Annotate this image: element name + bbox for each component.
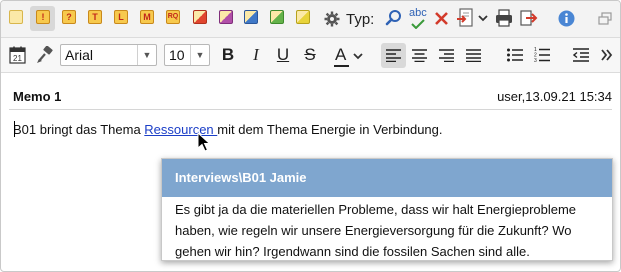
memo-text-after-link: mit dem Thema Energie in Verbindung.	[217, 122, 443, 137]
align-justify-icon[interactable]	[466, 49, 481, 62]
header-divider	[9, 109, 612, 110]
numbered-list-icon[interactable]: 123	[534, 47, 550, 63]
print-icon[interactable]	[495, 9, 513, 27]
memo-color-yellow-icon[interactable]	[296, 10, 310, 24]
tooltip-title: Interviews\B01 Jamie	[162, 159, 612, 197]
bullet-list-icon[interactable]	[507, 48, 523, 62]
align-left-icon	[386, 49, 401, 62]
svg-text:21: 21	[13, 54, 22, 63]
memo-window: !? T L M RQ Typ: abc 21 Arial ▼ 10 ▼ B I…	[0, 0, 621, 272]
memo-text-before-link: B01 bringt das Thema	[13, 122, 145, 137]
font-color-label: A	[335, 45, 347, 64]
memo-question-icon[interactable]: ?	[62, 10, 76, 24]
align-left-button[interactable]	[381, 43, 406, 68]
search-icon[interactable]	[385, 9, 403, 27]
memo-literature-icon[interactable]: L	[114, 10, 128, 24]
gear-icon[interactable]	[324, 11, 340, 27]
memo-color-red-icon[interactable]	[193, 10, 207, 24]
type-label: Typ:	[346, 11, 375, 28]
memo-author-timestamp: user,13.09.21 15:34	[497, 89, 612, 104]
tooltip-line: Es gibt ja da die materiellen Probleme, …	[175, 202, 577, 217]
memo-color-purple-icon[interactable]	[219, 10, 233, 24]
import-dropdown-button[interactable]	[456, 7, 490, 31]
memo-method-icon[interactable]: M	[140, 10, 154, 24]
font-size-select[interactable]: 10 ▼	[164, 44, 210, 66]
memo-type-toolbar: !? T L M RQ Typ: abc	[1, 1, 620, 38]
font-size-value: 10	[169, 47, 185, 63]
font-color-button[interactable]: A	[333, 43, 367, 69]
memo-text[interactable]: B01 bringt das Thema Ressourcen mit dem …	[13, 122, 443, 137]
svg-text:3: 3	[534, 58, 537, 63]
font-family-value: Arial	[65, 47, 94, 63]
spellcheck-button[interactable]: abc	[407, 4, 429, 32]
strikethrough-button[interactable]: S	[300, 45, 320, 65]
tooltip-body: Es gibt ja da die materiellen Probleme, …	[162, 197, 612, 262]
memo-color-blue-icon[interactable]	[244, 10, 258, 24]
chevron-down-icon	[478, 15, 488, 22]
more-options-icon[interactable]	[601, 49, 613, 61]
align-center-icon[interactable]	[412, 49, 427, 62]
mouse-pointer-icon	[197, 132, 211, 152]
underline-button[interactable]: U	[273, 45, 293, 65]
tooltip-line: gehen wir hin? Irgendwann sind die fossi…	[175, 244, 530, 259]
italic-button[interactable]: I	[246, 45, 266, 65]
format-painter-icon[interactable]	[36, 46, 54, 64]
memo-plain-icon[interactable]	[9, 10, 23, 24]
export-icon[interactable]	[520, 9, 538, 27]
import-document-icon	[457, 8, 473, 27]
calendar-icon[interactable]: 21	[9, 46, 26, 64]
check-icon	[411, 19, 425, 29]
spellcheck-label: abc	[409, 7, 427, 19]
chevron-down-icon	[353, 53, 363, 60]
memo-rq-icon[interactable]: RQ	[166, 10, 180, 24]
delete-icon[interactable]	[434, 11, 449, 26]
tooltip-line: haben, wie regeln wir unsere Energievers…	[175, 223, 572, 238]
memo-title: Memo 1	[13, 89, 62, 104]
link-preview-tooltip: Interviews\B01 Jamie Es gibt ja da die m…	[161, 158, 613, 261]
font-family-dropdown-icon: ▼	[137, 45, 156, 65]
text-cursor	[14, 121, 15, 137]
bold-button[interactable]: B	[218, 45, 238, 65]
font-family-select[interactable]: Arial ▼	[60, 44, 157, 66]
undock-window-icon[interactable]	[598, 12, 612, 25]
outdent-icon[interactable]	[573, 48, 589, 62]
align-right-icon[interactable]	[439, 49, 454, 62]
font-size-dropdown-icon: ▼	[190, 45, 209, 65]
memo-important-icon[interactable]: !	[36, 10, 50, 24]
memo-color-green-icon[interactable]	[270, 10, 284, 24]
font-color-swatch	[334, 65, 349, 67]
memo-theory-icon[interactable]: T	[88, 10, 102, 24]
info-icon[interactable]	[558, 10, 575, 27]
